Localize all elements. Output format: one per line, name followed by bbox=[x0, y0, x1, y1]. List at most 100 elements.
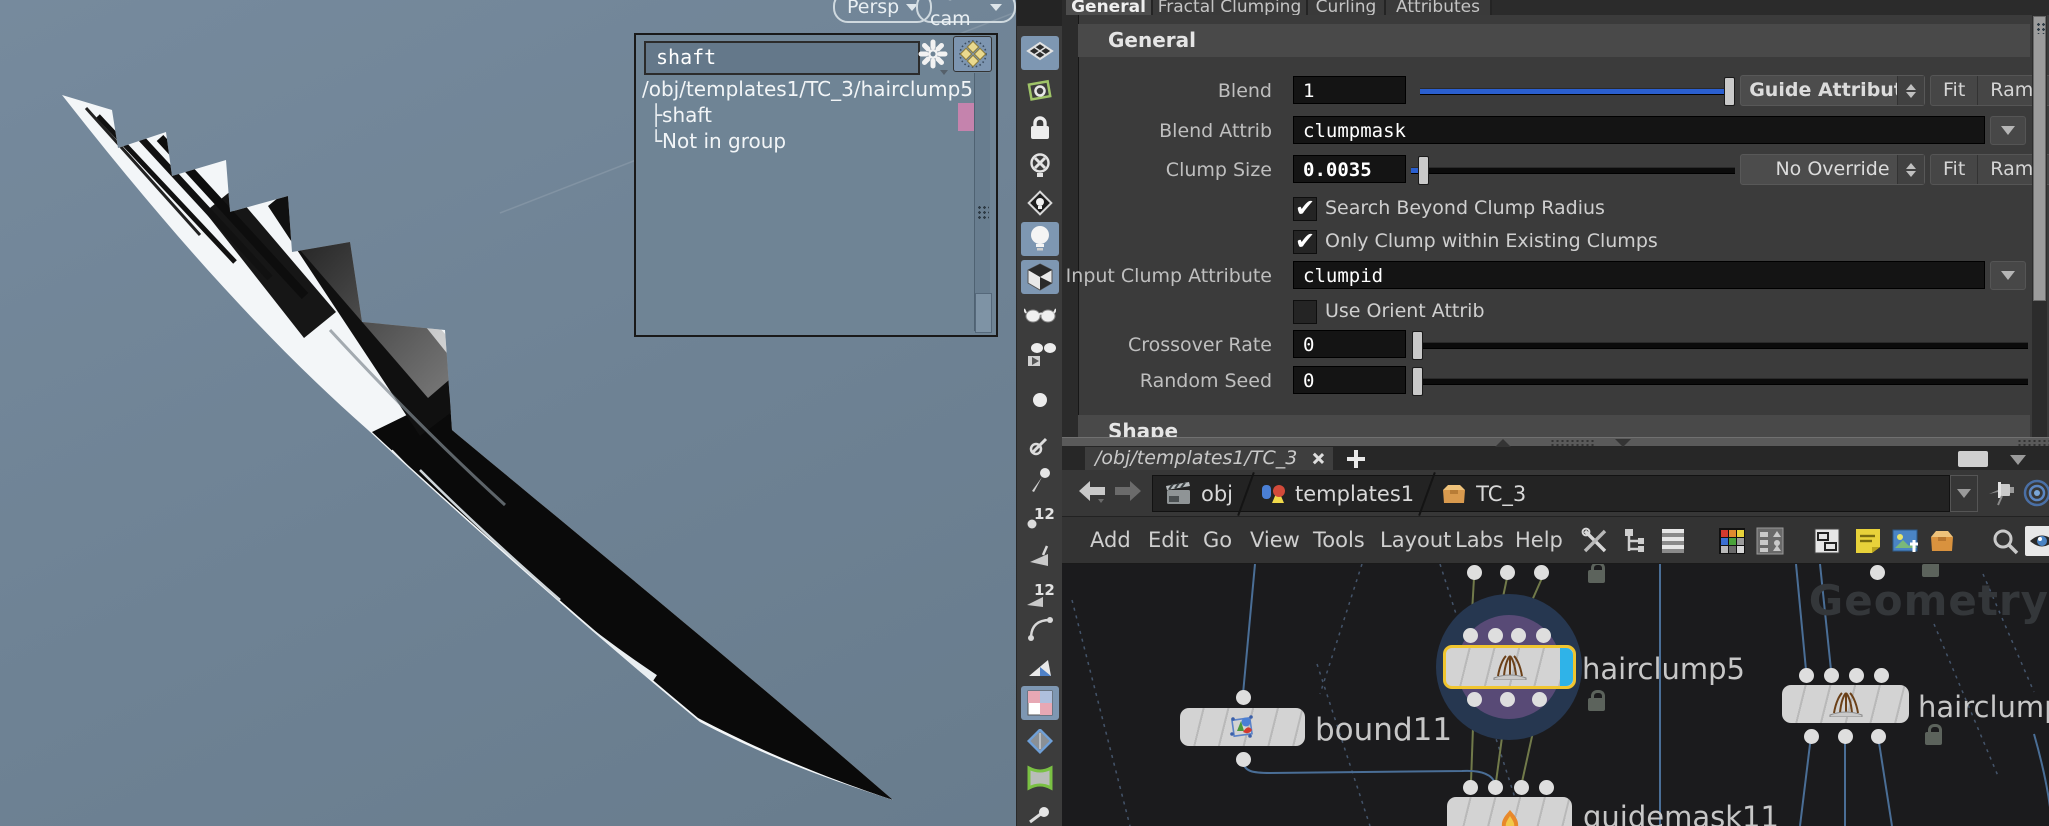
group-scrollbar-thumb[interactable] bbox=[975, 293, 992, 333]
forward-icon[interactable] bbox=[1114, 479, 1142, 503]
camera-select-button[interactable]: No cam bbox=[916, 0, 1016, 23]
group-tree-root[interactable]: /obj/templates1/TC_3/hairclump5 bbox=[642, 77, 973, 101]
no-lights-icon[interactable] bbox=[1021, 149, 1059, 183]
pane-menu-icon[interactable] bbox=[2010, 455, 2026, 465]
group-scrollbar[interactable] bbox=[974, 73, 990, 331]
node-output-dot[interactable] bbox=[1838, 729, 1853, 744]
node-input-dot[interactable] bbox=[1463, 780, 1478, 795]
parameter-scrollbar[interactable] bbox=[2032, 15, 2047, 437]
pin-icon[interactable] bbox=[1988, 478, 2018, 508]
checkbox-label[interactable]: Only Clump within Existing Clumps bbox=[1325, 230, 1658, 252]
crossover-rate-slider[interactable] bbox=[1420, 343, 2028, 348]
menu-view[interactable]: View bbox=[1250, 517, 1300, 563]
node-label-hairclump5[interactable]: hairclump5 bbox=[1582, 652, 1745, 686]
pin-icon[interactable] bbox=[1021, 463, 1059, 497]
tab-attributes[interactable]: Attributes bbox=[1386, 0, 1492, 15]
node-connector-dot[interactable] bbox=[1534, 565, 1549, 580]
search-beyond-checkbox[interactable]: ✔ bbox=[1293, 197, 1317, 221]
blend-attrib-field[interactable]: clumpmask bbox=[1293, 116, 1985, 144]
shaded-triangle-icon[interactable] bbox=[1021, 651, 1059, 685]
node-connector-dot[interactable] bbox=[1870, 565, 1885, 580]
blend-override-menu[interactable]: Guide Attribute bbox=[1740, 75, 1925, 106]
node-output-dot[interactable] bbox=[1236, 752, 1251, 767]
headlight-only-icon[interactable] bbox=[1021, 186, 1059, 220]
node-hairclump5[interactable] bbox=[1443, 645, 1576, 689]
profile-curve-icon[interactable] bbox=[1021, 611, 1059, 645]
glasses-icon[interactable] bbox=[1021, 298, 1059, 332]
palette-icon[interactable] bbox=[1717, 526, 1747, 556]
crossover-rate-field[interactable]: 0 bbox=[1293, 330, 1406, 358]
point-marker-icon[interactable] bbox=[1021, 799, 1059, 826]
uv-overlap-icon[interactable] bbox=[1021, 761, 1059, 795]
spinner-arrows-icon[interactable] bbox=[1897, 76, 1924, 105]
checkbox-label[interactable]: Search Beyond Clump Radius bbox=[1325, 197, 1605, 219]
checkbox-label[interactable]: Use Orient Attrib bbox=[1325, 300, 1485, 322]
box-icon[interactable] bbox=[1927, 526, 1957, 556]
tools-icon[interactable] bbox=[1580, 526, 1610, 556]
node-hairclump4[interactable] bbox=[1782, 685, 1909, 723]
node-label-hairclump4[interactable]: hairclump4 bbox=[1918, 690, 2049, 724]
select-objects-icon[interactable] bbox=[1021, 74, 1059, 108]
tab-curling[interactable]: Curling bbox=[1308, 0, 1386, 15]
network-path-tab[interactable]: /obj/templates1/TC_3 bbox=[1085, 447, 1333, 470]
tab-general[interactable]: General bbox=[1066, 0, 1153, 15]
menu-layout[interactable]: Layout bbox=[1380, 517, 1451, 563]
clump-size-slider[interactable] bbox=[1421, 168, 1735, 173]
node-output-dot[interactable] bbox=[1500, 692, 1515, 707]
random-seed-field[interactable]: 0 bbox=[1293, 366, 1406, 394]
spinner-arrows-icon[interactable] bbox=[1897, 155, 1924, 184]
path-dropdown-button[interactable] bbox=[1950, 475, 1978, 512]
point-marker-icon[interactable] bbox=[1021, 428, 1059, 462]
parameter-scrollbar-thumb[interactable] bbox=[2033, 16, 2046, 301]
breadcrumb-tc3[interactable]: TC_3 bbox=[1428, 476, 1538, 511]
node-input-dot[interactable] bbox=[1488, 780, 1503, 795]
node-input-dot[interactable] bbox=[1488, 628, 1503, 643]
shapes-grid-icon[interactable] bbox=[1755, 526, 1785, 556]
tree-view-icon[interactable] bbox=[1620, 526, 1650, 556]
point-numbers-icon[interactable]: 12 bbox=[1021, 501, 1059, 535]
fit-button[interactable]: Fit bbox=[1931, 76, 1977, 105]
random-seed-slider-handle[interactable] bbox=[1412, 367, 1423, 396]
add-image-icon[interactable] bbox=[1890, 526, 1920, 556]
menu-help[interactable]: Help bbox=[1515, 517, 1563, 563]
prim-numbers-icon[interactable]: 12 bbox=[1021, 578, 1059, 612]
node-input-dot[interactable] bbox=[1236, 690, 1251, 705]
node-connector-dot[interactable] bbox=[1500, 565, 1515, 580]
new-tab-icon[interactable] bbox=[1347, 450, 1365, 468]
diamond-outline-icon[interactable] bbox=[1021, 725, 1059, 759]
menu-edit[interactable]: Edit bbox=[1148, 517, 1189, 563]
only-clump-checkbox[interactable]: ✔ bbox=[1293, 230, 1317, 254]
expand-down-icon[interactable] bbox=[1615, 439, 1631, 447]
clump-size-override-menu[interactable]: No Override bbox=[1740, 154, 1925, 185]
group-input[interactable]: shaft bbox=[644, 41, 920, 75]
eye-icon[interactable] bbox=[2025, 526, 2049, 556]
prim-normals-icon[interactable] bbox=[1021, 539, 1059, 573]
pane-splitter[interactable] bbox=[1062, 437, 2049, 447]
node-input-dot[interactable] bbox=[1849, 668, 1864, 683]
viewport-3d[interactable]: Persp No cam shaft bbox=[0, 0, 1016, 826]
node-label-bound11[interactable]: bound11 bbox=[1315, 712, 1452, 748]
radial-menu-icon[interactable] bbox=[2022, 478, 2049, 508]
close-icon[interactable] bbox=[1311, 452, 1324, 465]
node-label-guidemask11[interactable]: guidemask11 bbox=[1583, 800, 1779, 826]
grid-plane-icon[interactable] bbox=[1021, 36, 1059, 70]
breadcrumb-templates1[interactable]: templates1 bbox=[1247, 476, 1426, 511]
node-input-dot[interactable] bbox=[1799, 668, 1814, 683]
network-boxes-icon[interactable] bbox=[1812, 526, 1842, 556]
expand-up-icon[interactable] bbox=[1495, 439, 1511, 447]
search-icon[interactable] bbox=[1990, 526, 2020, 556]
node-input-dot[interactable] bbox=[1536, 628, 1551, 643]
group-tree-item-shaft[interactable]: ├shaft bbox=[650, 103, 712, 127]
network-graph[interactable]: Geometry bbox=[1062, 564, 2049, 826]
node-input-dot[interactable] bbox=[1874, 668, 1889, 683]
clump-size-slider-handle[interactable] bbox=[1418, 156, 1429, 185]
smooth-shaded-icon[interactable] bbox=[1021, 260, 1059, 294]
tab-fractal-clumping[interactable]: Fractal Clumping bbox=[1153, 0, 1308, 15]
blend-value-field[interactable]: 1 bbox=[1293, 76, 1406, 104]
node-input-dot[interactable] bbox=[1463, 628, 1478, 643]
blend-slider[interactable] bbox=[1420, 89, 1727, 94]
clump-size-field[interactable]: 0.0035 bbox=[1293, 155, 1406, 183]
lock-icon[interactable] bbox=[1021, 111, 1059, 145]
glasses-play-icon[interactable] bbox=[1021, 336, 1059, 370]
menu-labs[interactable]: Labs bbox=[1455, 517, 1504, 563]
